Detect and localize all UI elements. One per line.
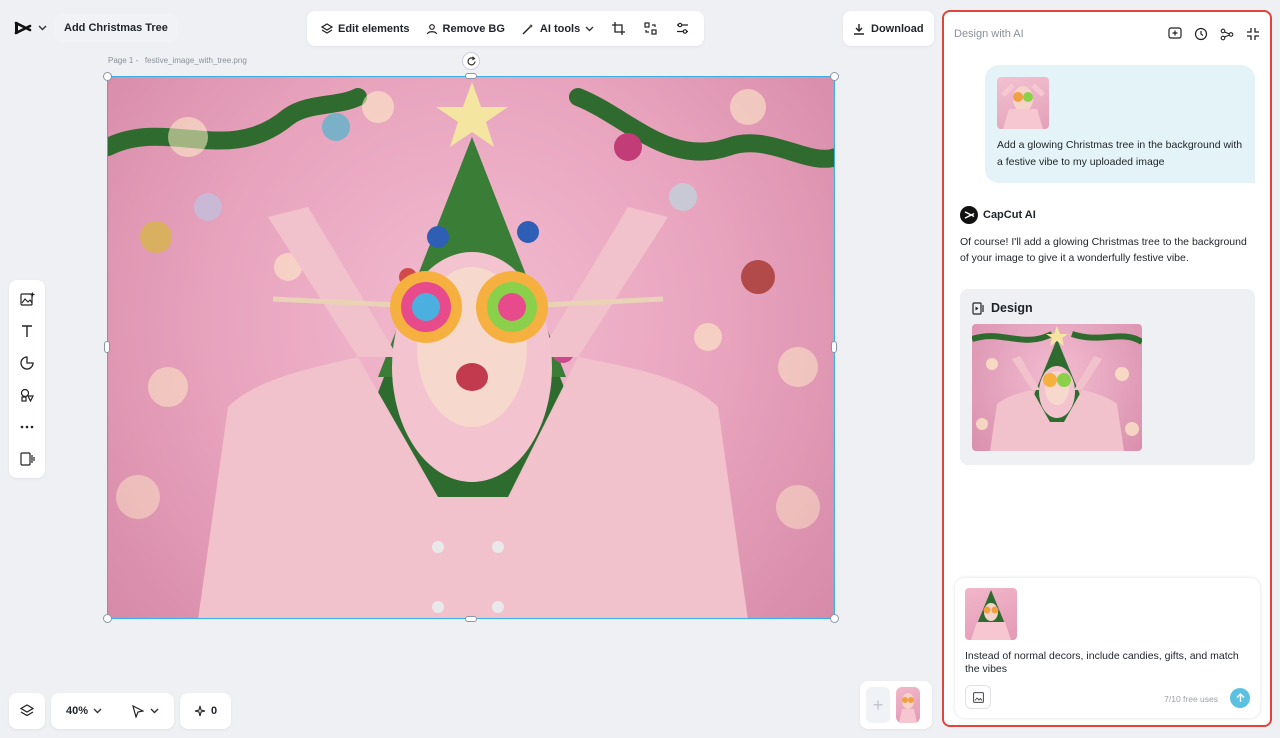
ai-tools-label: AI tools: [539, 22, 581, 35]
user-message: Add a glowing Christmas tree in the back…: [985, 65, 1255, 183]
page-number: Page 1 -: [108, 56, 139, 65]
pages-strip: +: [860, 681, 932, 729]
capcut-logo-icon: [960, 206, 978, 224]
edit-elements-label: Edit elements: [338, 22, 410, 35]
resize-handle-bottom-left[interactable]: [103, 614, 112, 623]
edit-elements-button[interactable]: Edit elements: [315, 15, 416, 43]
design-result-image[interactable]: [972, 324, 1142, 451]
ai-sender: CapCut AI: [960, 206, 1036, 224]
new-chat-icon[interactable]: [1168, 27, 1182, 41]
attached-image-thumbnail[interactable]: [965, 588, 1017, 640]
resize-handle-top-left[interactable]: [103, 72, 112, 81]
pointer-select[interactable]: [132, 704, 159, 718]
crop-icon: [611, 22, 625, 35]
download-label: Download: [871, 22, 924, 35]
layers-icon: [321, 22, 333, 35]
chat-input-text[interactable]: Instead of normal decors, include candie…: [965, 650, 1250, 676]
uploaded-image-thumbnail[interactable]: [997, 77, 1049, 129]
history-icon[interactable]: [1194, 27, 1208, 41]
ai-reply-text: Of course! I'll add a glowing Christmas …: [960, 236, 1247, 264]
ai-sender-name: CapCut AI: [983, 209, 1036, 221]
resize-handle-top-right[interactable]: [830, 72, 839, 81]
rotate-handle[interactable]: [462, 52, 480, 70]
plus-icon: +: [872, 694, 884, 715]
sparkle-icon: [194, 705, 206, 717]
more-icon[interactable]: [16, 416, 38, 438]
page-thumbnail[interactable]: [896, 687, 920, 723]
cursor-icon: [132, 704, 144, 718]
download-icon: [853, 23, 865, 35]
add-image-icon[interactable]: [16, 288, 38, 310]
user-message-text: Add a glowing Christmas tree in the back…: [997, 139, 1243, 168]
page-label: Page 1 - festive_image_with_tree.png: [108, 56, 247, 65]
zoom-value: 40%: [65, 705, 89, 717]
sliders-icon: [676, 22, 689, 35]
app-menu[interactable]: [8, 14, 53, 42]
remove-bg-label: Remove BG: [442, 22, 505, 35]
left-toolbar: [9, 280, 45, 478]
layers-icon: [20, 704, 34, 718]
project-title-text: Add Christmas Tree: [64, 22, 168, 34]
design-label: Design: [991, 301, 1033, 315]
zoom-controls: 40%: [51, 693, 174, 729]
text-icon[interactable]: [16, 320, 38, 342]
resize-panel-icon[interactable]: [16, 448, 38, 470]
project-title[interactable]: Add Christmas Tree: [54, 14, 178, 42]
person-icon: [426, 23, 438, 35]
design-result-card: Design: [960, 289, 1255, 465]
resize-handle-bottom[interactable]: [465, 616, 477, 622]
page-thumbnail-image: [899, 693, 917, 723]
file-name[interactable]: festive_image_with_tree.png: [145, 56, 247, 65]
credits-button[interactable]: 0: [180, 693, 231, 729]
flip-icon: [644, 22, 657, 35]
chat-input-box[interactable]: Instead of normal decors, include candie…: [955, 578, 1260, 718]
credits-value: 0: [210, 705, 218, 717]
chevron-down-icon: [585, 26, 594, 32]
chevron-down-icon: [38, 25, 47, 31]
chevron-down-icon: [93, 708, 102, 714]
zoom-select[interactable]: 40%: [66, 705, 102, 717]
canvas-image[interactable]: [107, 76, 835, 619]
collapse-icon[interactable]: [1246, 27, 1260, 41]
send-button[interactable]: [1230, 688, 1250, 708]
resize-handle-left[interactable]: [104, 341, 110, 353]
resize-handle-bottom-right[interactable]: [830, 614, 839, 623]
crop-button[interactable]: [604, 15, 632, 43]
shapes-icon[interactable]: [16, 352, 38, 374]
capcut-logo-icon: [14, 21, 32, 35]
resize-handle-right[interactable]: [831, 341, 837, 353]
remove-bg-button[interactable]: Remove BG: [420, 15, 511, 43]
arrow-up-icon: [1236, 693, 1245, 703]
top-toolbar: Edit elements Remove BG AI tools: [307, 11, 705, 46]
design-icon: [972, 301, 985, 315]
chevron-down-icon: [150, 708, 159, 714]
ai-chat-panel: Design with AI Add a glowing Christmas t…: [942, 10, 1272, 727]
upload-image-button[interactable]: [965, 685, 991, 709]
ai-panel-header: Design with AI: [954, 22, 1260, 46]
festive-photo: [108, 82, 834, 618]
add-page-button[interactable]: +: [866, 687, 890, 723]
layers-button[interactable]: [9, 693, 45, 729]
ai-panel-title: Design with AI: [954, 28, 1024, 40]
rotate-icon: [466, 55, 476, 65]
share-icon[interactable]: [1220, 27, 1234, 41]
download-button[interactable]: Download: [843, 11, 934, 46]
adjust-button[interactable]: [668, 15, 696, 43]
elements-icon[interactable]: [16, 384, 38, 406]
resize-handle-top[interactable]: [465, 73, 477, 79]
ai-tools-button[interactable]: AI tools: [515, 15, 600, 43]
flip-button[interactable]: [636, 15, 664, 43]
magic-wand-icon: [521, 23, 535, 35]
image-upload-icon: [972, 691, 984, 703]
free-uses-counter: 7/10 free uses: [1164, 694, 1218, 704]
